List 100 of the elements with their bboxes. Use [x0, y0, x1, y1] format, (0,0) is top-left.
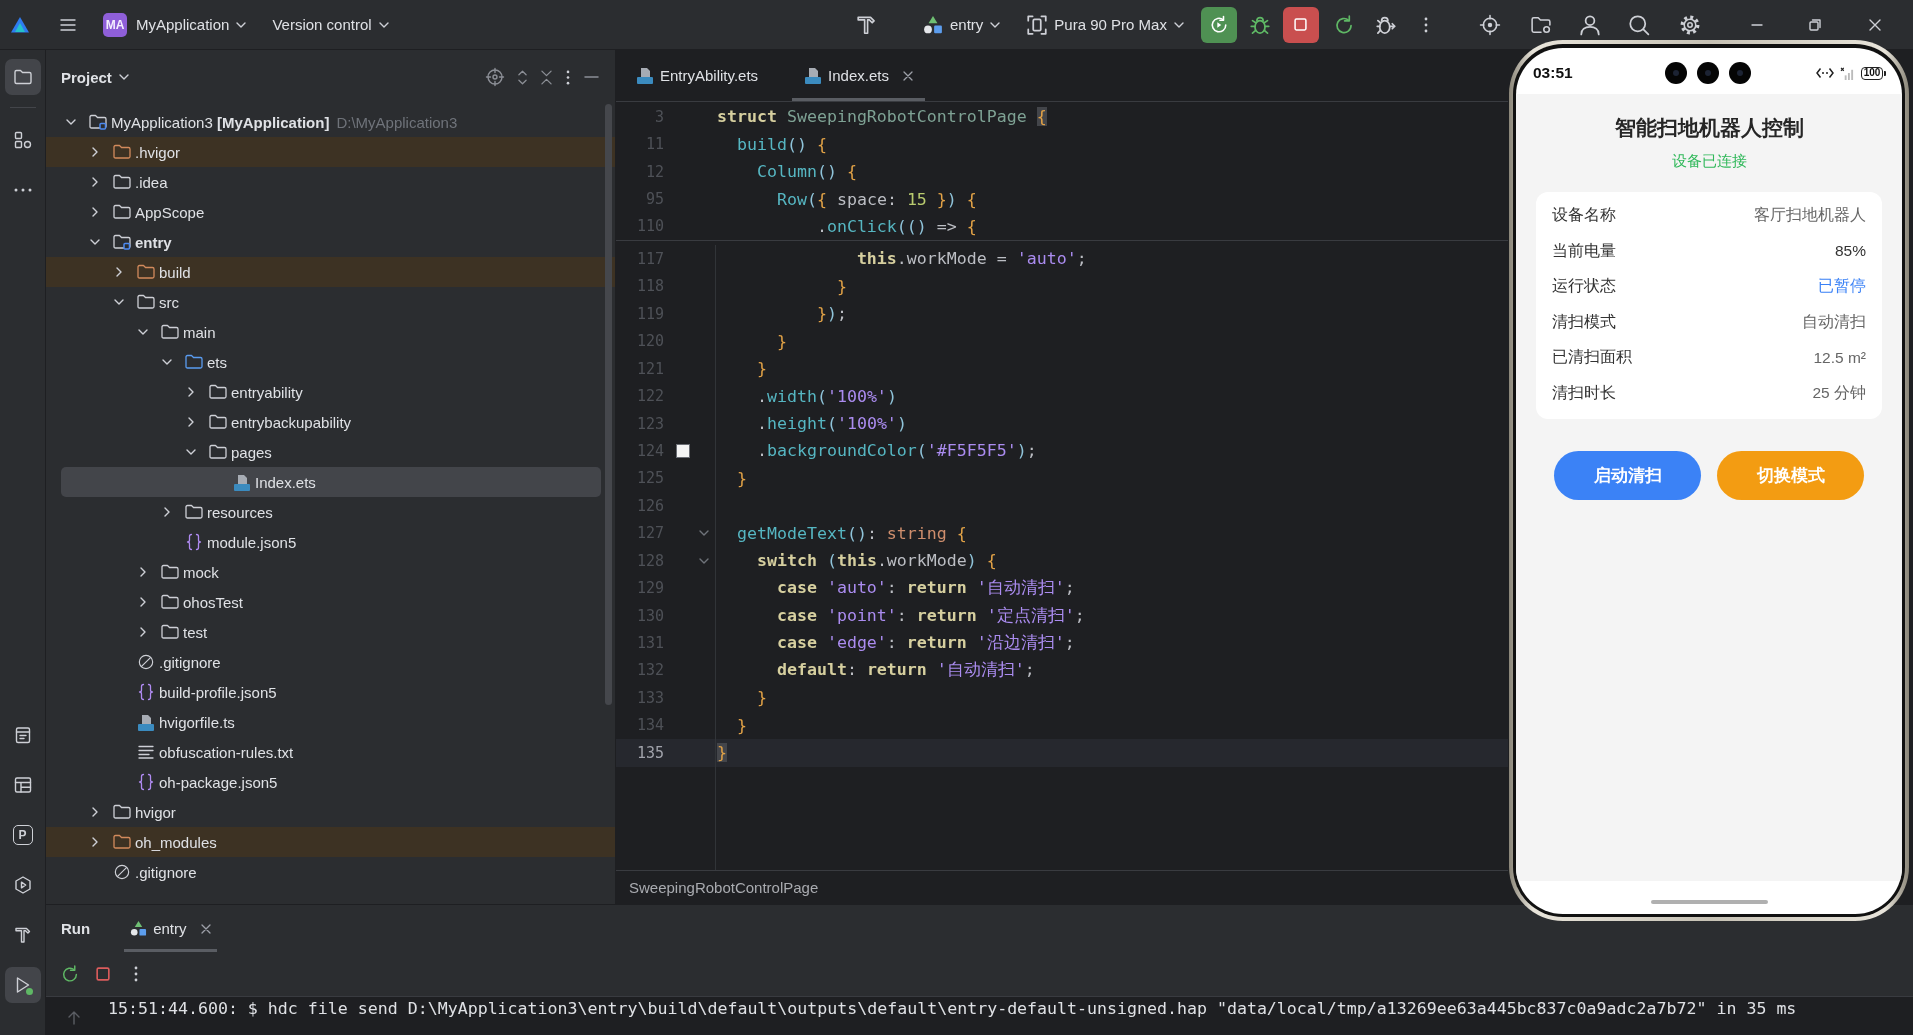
chevron-down-icon[interactable]: [162, 359, 172, 365]
tree-item[interactable]: entry: [61, 227, 601, 257]
search-icon[interactable]: [1628, 14, 1649, 35]
info-label: 清扫时长: [1552, 382, 1616, 403]
more-icon[interactable]: [1423, 16, 1428, 33]
chevron-right-icon[interactable]: [92, 807, 98, 817]
stop-button[interactable]: [1282, 6, 1319, 43]
collapse-all-icon[interactable]: [541, 69, 552, 85]
device-menu[interactable]: Pura 90 Pro Max: [1027, 8, 1184, 41]
app-logo-icon[interactable]: [11, 16, 29, 33]
chevron-down-icon[interactable]: [138, 329, 148, 335]
breadcrumb[interactable]: SweepingRobotControlPage: [629, 879, 819, 896]
person-icon[interactable]: [1579, 14, 1600, 35]
scrollbar-thumb[interactable]: [605, 104, 612, 705]
chevron-right-icon[interactable]: [140, 627, 146, 637]
tree-item[interactable]: entrybackupability: [61, 407, 601, 437]
code-line: }: [756, 359, 767, 379]
folder-icon[interactable]: [4, 59, 41, 95]
tree-item[interactable]: hvigorfile.ts: [61, 707, 601, 737]
chevron-right-icon[interactable]: [92, 147, 98, 157]
data-transfer-icon: [1816, 67, 1834, 79]
tree-item[interactable]: test: [61, 617, 601, 647]
tree-item[interactable]: build: [46, 257, 615, 287]
chevron-down-icon[interactable]: [114, 299, 124, 305]
close-icon[interactable]: [902, 70, 913, 81]
up-arrow-icon[interactable]: [68, 1011, 80, 1025]
code-line: }: [737, 715, 747, 735]
run-tab[interactable]: entry: [124, 905, 217, 952]
tree-item[interactable]: .hvigor: [46, 137, 615, 167]
chevron-down-icon[interactable]: [90, 239, 100, 245]
expand-all-icon[interactable]: [518, 69, 527, 85]
crosshair-icon[interactable]: [486, 68, 504, 86]
structure-icon[interactable]: [12, 130, 33, 150]
tree-item[interactable]: ets: [61, 347, 601, 377]
chevron-right-icon[interactable]: [188, 387, 194, 397]
panel-title[interactable]: Project: [61, 61, 129, 93]
minimize-icon[interactable]: [1750, 23, 1763, 26]
hexagon-play-icon[interactable]: [12, 875, 33, 895]
more-icon[interactable]: [134, 966, 138, 982]
run-config-menu[interactable]: entry: [923, 8, 1001, 41]
info-value: 已暂停: [1818, 276, 1866, 297]
tree-item[interactable]: module.json5: [61, 527, 601, 557]
fold-icon[interactable]: [699, 530, 709, 537]
tree-item[interactable]: main: [61, 317, 601, 347]
chevron-down-icon[interactable]: [66, 119, 76, 125]
vcs-menu[interactable]: Version control: [272, 8, 389, 41]
hammer-icon[interactable]: [857, 14, 877, 35]
color-swatch-icon[interactable]: [677, 444, 689, 457]
chevron-down-icon[interactable]: [186, 449, 196, 455]
layout-icon[interactable]: [12, 775, 33, 795]
tree-item[interactable]: oh_modules: [46, 827, 615, 857]
tree-item[interactable]: AppScope: [61, 197, 601, 227]
editor-tab[interactable]: Index.ets: [792, 50, 925, 101]
stop-icon[interactable]: [96, 967, 110, 981]
tree-item[interactable]: .gitignore: [61, 647, 601, 677]
chevron-right-icon[interactable]: [116, 267, 122, 277]
bug-icon[interactable]: [1249, 14, 1270, 35]
project-badge[interactable]: MA: [103, 12, 127, 37]
more-icon[interactable]: [566, 69, 570, 85]
chevron-right-icon[interactable]: [92, 207, 98, 217]
chevron-right-icon[interactable]: [188, 417, 194, 427]
close-icon[interactable]: [1868, 18, 1881, 31]
fold-icon[interactable]: [699, 557, 709, 564]
restart-icon[interactable]: [61, 965, 79, 983]
tree-item[interactable]: mock: [61, 557, 601, 587]
chevron-right-icon[interactable]: [140, 597, 146, 607]
project-path: D:\MyApplication3: [336, 113, 458, 131]
tree-item[interactable]: entryability: [61, 377, 601, 407]
bug-arrow-icon[interactable]: [1375, 14, 1396, 35]
tree-item[interactable]: .idea: [61, 167, 601, 197]
restore-icon[interactable]: [1808, 18, 1821, 31]
tree-item[interactable]: src: [61, 287, 601, 317]
tree-item[interactable]: hvigor: [61, 797, 601, 827]
tree-item[interactable]: build-profile.json5: [61, 677, 601, 707]
letter-icon[interactable]: P: [12, 825, 33, 845]
reload-icon[interactable]: [1333, 14, 1354, 35]
menu-icon[interactable]: [60, 18, 76, 31]
tree-item[interactable]: .gitignore: [61, 857, 601, 887]
tree-item[interactable]: Index.ets: [61, 467, 601, 497]
chevron-right-icon[interactable]: [92, 837, 98, 847]
project-menu[interactable]: MyApplication: [136, 8, 247, 41]
tree-item[interactable]: MyApplication3 [MyApplication] D:\MyApplication3: [61, 107, 601, 137]
close-icon[interactable]: [200, 923, 211, 934]
tree-item[interactable]: resources: [61, 497, 601, 527]
play-icon[interactable]: [4, 967, 41, 1003]
folder-icon: [137, 294, 155, 310]
rerun-button[interactable]: [1200, 6, 1237, 43]
crosshair-icon[interactable]: [1479, 14, 1500, 35]
chevron-right-icon[interactable]: [164, 507, 170, 517]
settings-icon[interactable]: [1679, 14, 1700, 35]
tree-item[interactable]: oh-package.json5: [61, 767, 601, 797]
chevron-right-icon[interactable]: [140, 567, 146, 577]
action-button[interactable]: 启动清扫: [1554, 451, 1701, 500]
tree-item[interactable]: pages: [61, 437, 601, 467]
hammer-icon[interactable]: [12, 925, 33, 945]
tree-item[interactable]: obfuscation-rules.txt: [61, 737, 601, 767]
chevron-right-icon[interactable]: [92, 177, 98, 187]
tree-item[interactable]: ohosTest: [61, 587, 601, 617]
editor-tab[interactable]: EntryAbility.ets: [624, 50, 771, 101]
folder-settings-icon[interactable]: [1530, 14, 1551, 35]
